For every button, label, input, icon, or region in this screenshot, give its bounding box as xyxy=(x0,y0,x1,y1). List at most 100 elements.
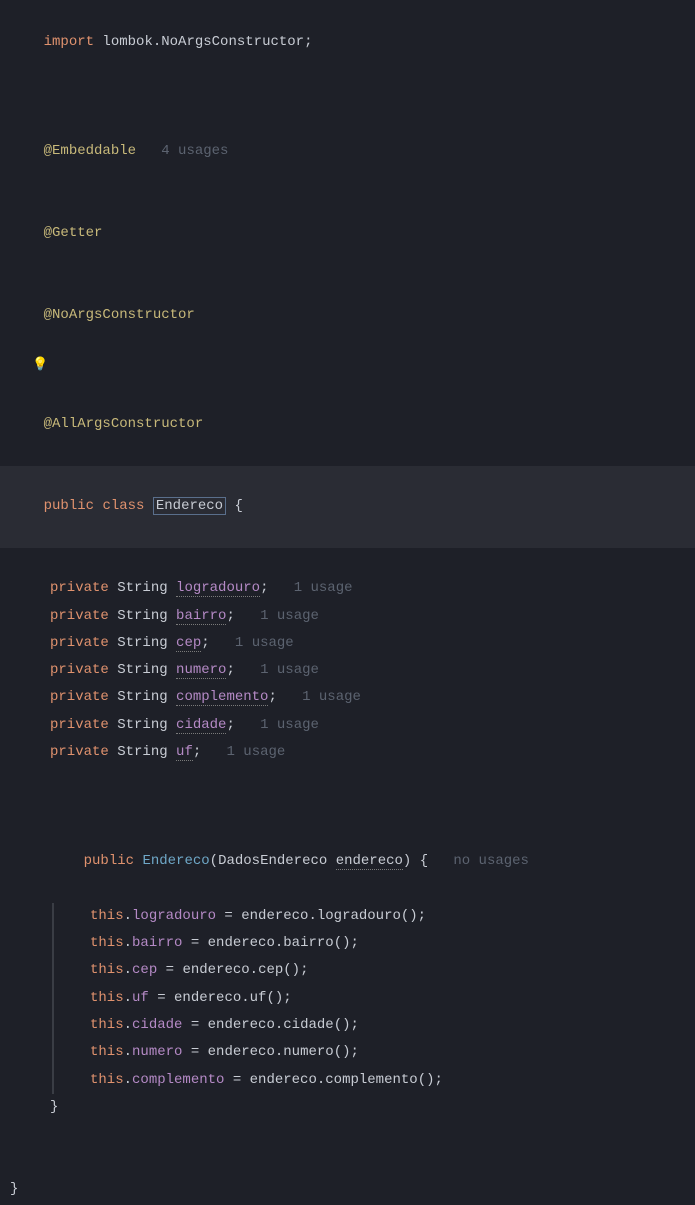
field-line[interactable]: private String numero; 1 usage xyxy=(10,657,685,684)
keyword-private: private xyxy=(50,744,109,760)
keyword-public: public xyxy=(84,853,134,869)
param-type: DadosEndereco xyxy=(218,853,327,869)
keyword-private: private xyxy=(50,662,109,678)
field-name[interactable]: complemento xyxy=(176,689,268,706)
field-ref[interactable]: numero xyxy=(132,1044,182,1060)
usage-hint[interactable]: 1 usage xyxy=(260,717,319,733)
blank-line xyxy=(10,548,685,575)
constructor-close-brace[interactable]: } xyxy=(10,1094,685,1121)
assignment-line[interactable]: this.logradouro = endereco.logradouro(); xyxy=(54,903,685,930)
field-line[interactable]: private String uf; 1 usage xyxy=(10,739,685,766)
field-name[interactable]: uf xyxy=(176,744,193,761)
usage-hint[interactable]: 1 usage xyxy=(260,662,319,678)
usage-hint[interactable]: 4 usages xyxy=(161,143,228,159)
assign-expr: = endereco. xyxy=(224,1072,325,1088)
keyword-this: this xyxy=(90,935,124,951)
field-type: String xyxy=(117,608,167,624)
code-line-import[interactable]: import lombok.NoArgsConstructor; xyxy=(10,2,685,84)
field-line[interactable]: private String cidade; 1 usage xyxy=(10,712,685,739)
assign-expr: = endereco. xyxy=(149,990,250,1006)
class-close-brace[interactable]: } xyxy=(10,1176,685,1203)
keyword-this: this xyxy=(90,1072,124,1088)
field-line[interactable]: private String complemento; 1 usage xyxy=(10,684,685,711)
field-name[interactable]: bairro xyxy=(176,608,226,625)
annotation-noargs: @NoArgsConstructor xyxy=(44,307,195,323)
usage-hint[interactable]: 1 usage xyxy=(260,608,319,624)
annotation-getter: @Getter xyxy=(44,225,103,241)
field-name[interactable]: numero xyxy=(176,662,226,679)
annotation-line-getter[interactable]: @Getter xyxy=(10,193,685,275)
annotation-line-noargs[interactable]: @NoArgsConstructor xyxy=(10,275,685,357)
field-ref[interactable]: bairro xyxy=(132,935,182,951)
semicolon: ; xyxy=(304,34,312,50)
call-suffix: (); xyxy=(334,935,359,951)
call-suffix: (); xyxy=(283,962,308,978)
assignment-line[interactable]: this.bairro = endereco.bairro(); xyxy=(54,930,685,957)
annotation-line-embeddable[interactable]: @Embeddable 4 usages xyxy=(10,111,685,193)
close-paren-brace: ) { xyxy=(403,853,428,869)
assignment-line[interactable]: this.uf = endereco.uf(); xyxy=(54,985,685,1012)
keyword-private: private xyxy=(50,717,109,733)
keyword-class: class xyxy=(102,498,144,514)
code-editor[interactable]: import lombok.NoArgsConstructor; @Embedd… xyxy=(0,0,695,1205)
method-call: cidade xyxy=(283,1017,333,1033)
class-name[interactable]: Endereco xyxy=(153,497,226,515)
blank-line xyxy=(10,84,685,111)
annotation-line-allargs[interactable]: 💡 @AllArgsConstructor xyxy=(10,357,685,466)
constructor-name: Endereco xyxy=(142,853,209,869)
semicolon: ; xyxy=(226,662,234,678)
blank-line xyxy=(10,766,685,793)
field-name[interactable]: cidade xyxy=(176,717,226,734)
usage-hint[interactable]: 1 usage xyxy=(235,635,294,651)
field-type: String xyxy=(117,744,167,760)
assignment-line[interactable]: this.cidade = endereco.cidade(); xyxy=(54,1012,685,1039)
class-declaration-line[interactable]: public class Endereco { xyxy=(0,466,695,548)
field-type: String xyxy=(117,635,167,651)
keyword-private: private xyxy=(50,689,109,705)
semicolon: ; xyxy=(226,717,234,733)
blank-line xyxy=(10,1121,685,1148)
usage-hint[interactable]: 1 usage xyxy=(294,580,353,596)
field-line[interactable]: private String bairro; 1 usage xyxy=(10,603,685,630)
keyword-this: this xyxy=(90,962,124,978)
field-ref[interactable]: uf xyxy=(132,990,149,1006)
field-name[interactable]: logradouro xyxy=(176,580,260,597)
field-name[interactable]: cep xyxy=(176,635,201,652)
assignment-line[interactable]: this.complemento = endereco.complemento(… xyxy=(54,1067,685,1094)
call-suffix: (); xyxy=(418,1072,443,1088)
call-suffix: (); xyxy=(334,1017,359,1033)
method-call: complemento xyxy=(325,1072,417,1088)
assignment-line[interactable]: this.cep = endereco.cep(); xyxy=(54,957,685,984)
field-ref[interactable]: cep xyxy=(132,962,157,978)
assignment-line[interactable]: this.numero = endereco.numero(); xyxy=(54,1039,685,1066)
open-brace: { xyxy=(226,498,243,514)
keyword-this: this xyxy=(90,908,124,924)
method-call: cep xyxy=(258,962,283,978)
field-line[interactable]: private String logradouro; 1 usage xyxy=(10,575,685,602)
keyword-private: private xyxy=(50,635,109,651)
fields-block: private String logradouro; 1 usageprivat… xyxy=(10,575,685,766)
usage-hint[interactable]: 1 usage xyxy=(302,689,361,705)
usage-hint[interactable]: no usages xyxy=(453,853,529,869)
assign-expr: = endereco. xyxy=(216,908,317,924)
assign-expr: = endereco. xyxy=(182,935,283,951)
intention-bulb-icon[interactable]: 💡 xyxy=(32,352,48,377)
field-ref[interactable]: cidade xyxy=(132,1017,182,1033)
assign-expr: = endereco. xyxy=(182,1044,283,1060)
constructor-body: this.logradouro = endereco.logradouro();… xyxy=(10,903,685,1094)
field-ref[interactable]: logradouro xyxy=(132,908,216,924)
keyword-private: private xyxy=(50,608,109,624)
keyword-this: this xyxy=(90,990,124,1006)
usage-hint[interactable]: 1 usage xyxy=(226,744,285,760)
method-call: logradouro xyxy=(317,908,401,924)
constructor-signature[interactable]: public Endereco(DadosEndereco endereco) … xyxy=(10,821,685,903)
assign-expr: = endereco. xyxy=(157,962,258,978)
semicolon: ; xyxy=(201,635,209,651)
field-line[interactable]: private String cep; 1 usage xyxy=(10,630,685,657)
field-ref[interactable]: complemento xyxy=(132,1072,224,1088)
keyword-public: public xyxy=(44,498,94,514)
keyword-this: this xyxy=(90,1044,124,1060)
open-paren: ( xyxy=(210,853,218,869)
keyword-private: private xyxy=(50,580,109,596)
annotation-allargs: @AllArgsConstructor xyxy=(44,416,204,432)
